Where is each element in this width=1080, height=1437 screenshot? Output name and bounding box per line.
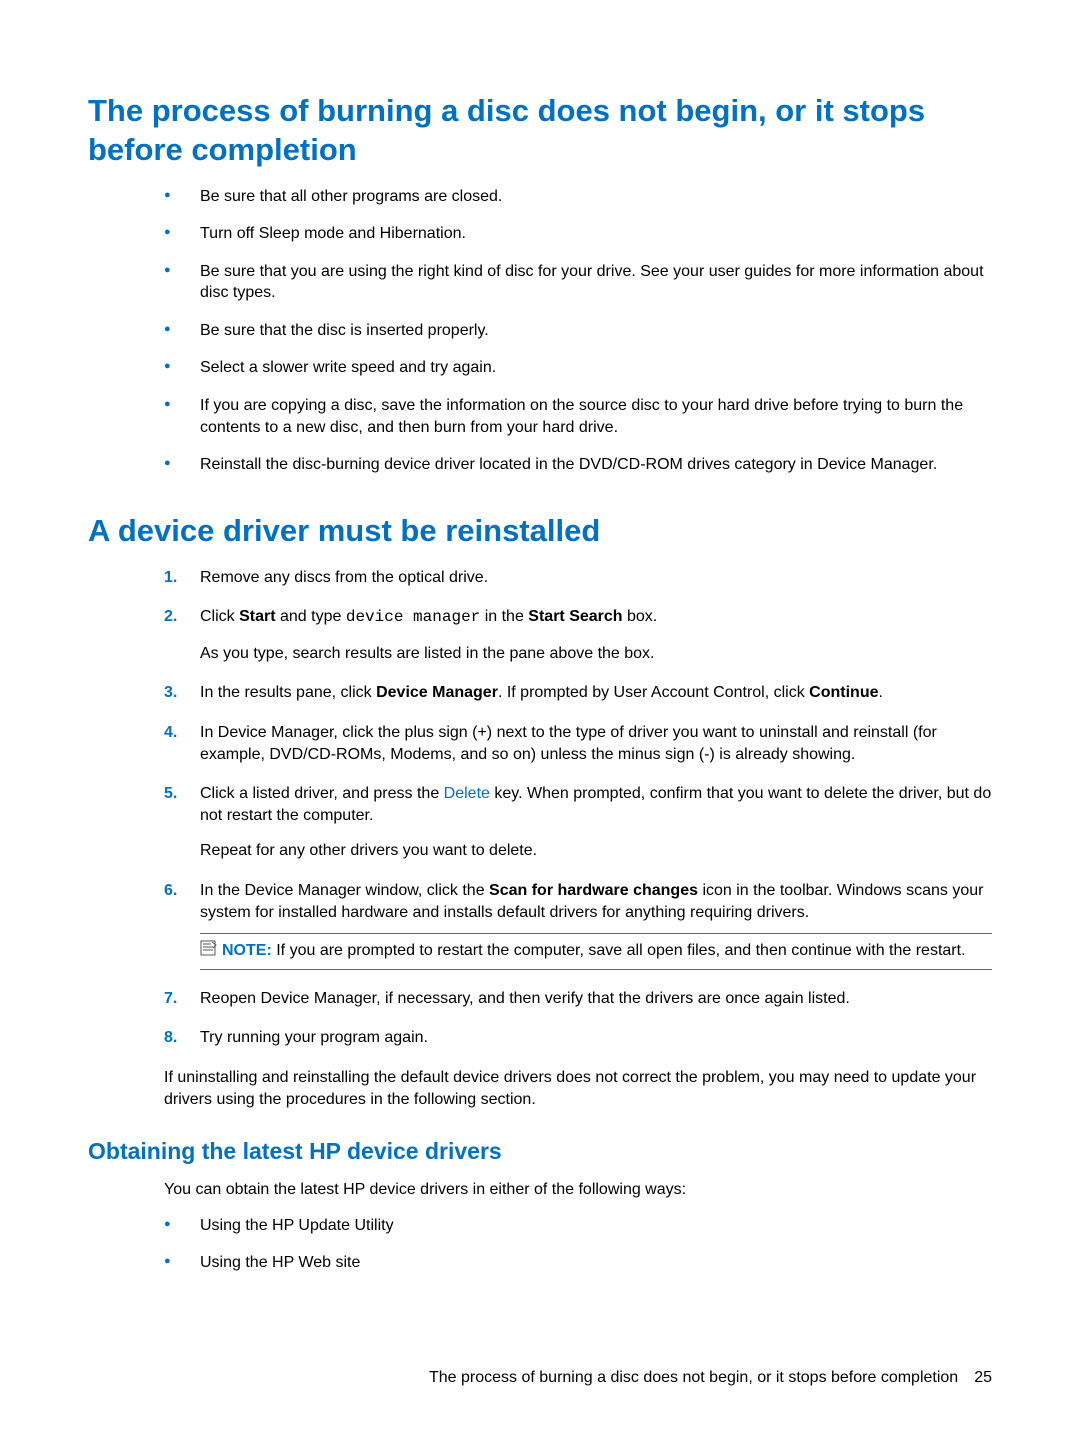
section-heading-burning: The process of burning a disc does not b…	[88, 92, 992, 170]
list-item: Turn off Sleep mode and Hibernation.	[164, 223, 992, 245]
list-item: In the results pane, click Device Manage…	[164, 682, 992, 704]
text: .	[879, 684, 883, 701]
text: . If prompted by User Account Control, c…	[498, 684, 809, 701]
list-item: Using the HP Update Utility	[164, 1215, 992, 1237]
section-heading-hp-drivers: Obtaining the latest HP device drivers	[88, 1138, 992, 1165]
list-item: In the Device Manager window, click the …	[164, 880, 992, 970]
bullet-list-hp: Using the HP Update Utility Using the HP…	[164, 1215, 992, 1274]
text: and type	[276, 608, 346, 625]
page-number: 25	[974, 1369, 992, 1386]
sub-paragraph: Repeat for any other drivers you want to…	[200, 840, 992, 862]
footer-text: The process of burning a disc does not b…	[429, 1369, 958, 1386]
bold-text: Continue	[809, 684, 878, 701]
bold-text: Device Manager	[376, 684, 498, 701]
list-item: Be sure that you are using the right kin…	[164, 261, 992, 304]
note-icon	[200, 940, 218, 963]
list-item: If you are copying a disc, save the info…	[164, 395, 992, 438]
closing-paragraph: If uninstalling and reinstalling the def…	[164, 1067, 992, 1110]
text: Click a listed driver, and press the	[200, 785, 444, 802]
sub-paragraph: As you type, search results are listed i…	[200, 643, 992, 665]
list-item: Try running your program again.	[164, 1027, 992, 1049]
intro-paragraph: You can obtain the latest HP device driv…	[164, 1179, 992, 1201]
list-item: Using the HP Web site	[164, 1252, 992, 1274]
list-item: Reinstall the disc-burning device driver…	[164, 454, 992, 476]
list-item: Be sure that the disc is inserted proper…	[164, 320, 992, 342]
list-item: Be sure that all other programs are clos…	[164, 186, 992, 208]
text: In the results pane, click	[200, 684, 376, 701]
bold-text: Start Search	[528, 608, 622, 625]
note-box: NOTE: If you are prompted to restart the…	[200, 933, 992, 970]
text: box.	[623, 608, 658, 625]
ordered-list-driver: Remove any discs from the optical drive.…	[164, 567, 992, 1049]
section-heading-driver: A device driver must be reinstalled	[88, 512, 992, 551]
bullet-list-burning: Be sure that all other programs are clos…	[164, 186, 992, 476]
note-text: If you are prompted to restart the compu…	[276, 942, 965, 959]
list-item: Click Start and type device manager in t…	[164, 606, 992, 664]
list-item: Reopen Device Manager, if necessary, and…	[164, 988, 992, 1010]
note-label: NOTE:	[222, 942, 272, 959]
text: In the Device Manager window, click the	[200, 882, 489, 899]
list-item: Select a slower write speed and try agai…	[164, 357, 992, 379]
list-item: In Device Manager, click the plus sign (…	[164, 722, 992, 765]
page-footer: The process of burning a disc does not b…	[88, 1369, 992, 1387]
text: in the	[480, 608, 528, 625]
document-page: The process of burning a disc does not b…	[0, 0, 1080, 1437]
bold-text: Scan for hardware changes	[489, 882, 698, 899]
list-item: Remove any discs from the optical drive.	[164, 567, 992, 589]
delete-key-link: Delete	[444, 785, 490, 802]
list-item: Click a listed driver, and press the Del…	[164, 783, 992, 862]
mono-text: device manager	[346, 608, 480, 626]
bold-text: Start	[239, 608, 275, 625]
text: Click	[200, 608, 239, 625]
